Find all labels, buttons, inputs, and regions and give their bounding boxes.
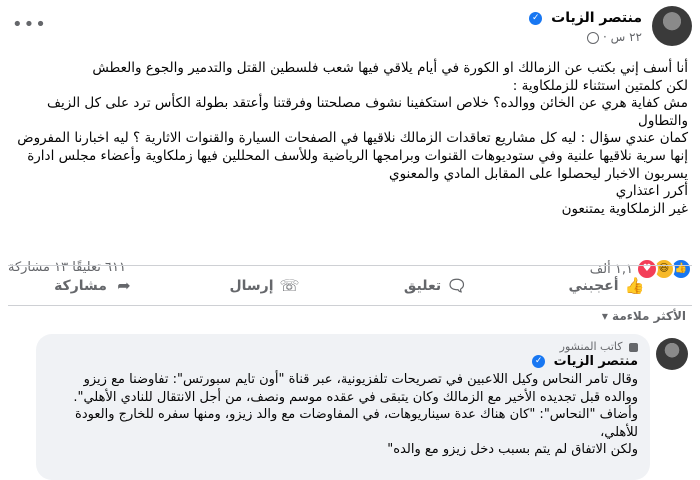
send-label: إرسال xyxy=(229,278,274,294)
post-line: كمان عندي سؤال : ليه كل مشاريع تعاقدات ا… xyxy=(17,130,688,182)
comment-label: تعليق xyxy=(403,278,442,294)
action-bar: 👍 أعجبني 🗨 تعليق ☏ إرسال ➦ مشاركة xyxy=(8,265,692,306)
author-badge-label: كاتب المنشور xyxy=(559,340,623,353)
send-button[interactable]: ☏ إرسال xyxy=(179,266,350,306)
comment-sort-dropdown[interactable]: الأكثر ملاءمة ▾ xyxy=(602,309,686,323)
post-meta: ٢٢ س · xyxy=(584,30,642,44)
badge-icon xyxy=(629,342,638,352)
post-header: منتصر الزيات ✓ ٢٢ س · ••• xyxy=(8,6,692,54)
verified-icon: ✓ xyxy=(529,11,543,25)
comment-text: وقال تامر النحاس وكيل اللاعبين في تصريحا… xyxy=(48,371,638,459)
like-label: أعجبني xyxy=(568,278,619,294)
more-options-icon[interactable]: ••• xyxy=(12,14,47,35)
comment-button[interactable]: 🗨 تعليق xyxy=(350,266,521,306)
like-button[interactable]: 👍 أعجبني xyxy=(521,266,692,306)
whatsapp-icon: ☏ xyxy=(279,276,300,295)
post-body: أنا أسف إني بكتب عن الزمالك او الكورة في… xyxy=(12,60,688,218)
share-label: مشاركة xyxy=(54,278,107,294)
author-avatar[interactable] xyxy=(652,6,692,46)
comment-author-avatar[interactable] xyxy=(656,338,688,370)
verified-icon: ✓ xyxy=(532,355,546,368)
comment-author-name[interactable]: منتصر الزيات xyxy=(554,354,638,369)
comment-icon: 🗨 xyxy=(446,276,468,295)
author-name-row[interactable]: منتصر الزيات ✓ xyxy=(529,10,642,26)
post-line: أكرر اعتذاري xyxy=(615,183,688,200)
globe-icon xyxy=(587,31,600,44)
comment: كاتب المنشور منتصر الزيات ✓ وقال تامر ال… xyxy=(8,334,692,480)
post-line: أنا أسف إني بكتب عن الزمالك او الكورة في… xyxy=(92,60,688,76)
post-line: غير الزملكاوية يمتنعون xyxy=(561,200,688,217)
post-line: لكن كلمتين استثناء للزملكاوية : xyxy=(512,77,688,94)
divider xyxy=(8,305,692,306)
share-button[interactable]: ➦ مشاركة xyxy=(8,266,179,306)
comment-bubble: كاتب المنشور منتصر الزيات ✓ وقال تامر ال… xyxy=(36,334,650,480)
thumbs-up-icon: 👍 xyxy=(624,276,645,295)
comment-author-row[interactable]: منتصر الزيات ✓ xyxy=(48,354,638,369)
share-icon: ➦ xyxy=(117,276,131,295)
author-badge: كاتب المنشور xyxy=(48,340,638,353)
author-name[interactable]: منتصر الزيات xyxy=(551,10,642,26)
post-time[interactable]: ٢٢ س · xyxy=(603,30,642,44)
post-line: مش كفاية هري عن الخائن ووالده؟ خلاص استك… xyxy=(47,95,688,129)
comment-line: وأضاف "النحاس": "كان هناك عدة سيناريوهات… xyxy=(75,407,638,440)
comment-line: وقال تامر النحاس وكيل اللاعبين في تصريحا… xyxy=(73,372,638,405)
